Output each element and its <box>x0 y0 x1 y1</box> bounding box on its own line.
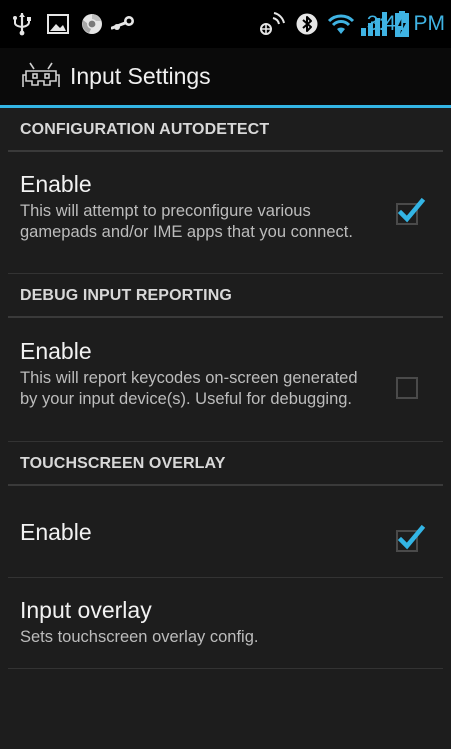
category-debug-input-reporting: DEBUG INPUT REPORTING <box>0 274 451 318</box>
pref-title: Enable <box>20 171 92 197</box>
checkmark-icon <box>397 524 426 550</box>
screen: 3:41 PM Input Settings CONFIGURATION AUT… <box>0 0 451 749</box>
autodetect-checkbox[interactable] <box>396 197 426 225</box>
pref-summary: Sets touchscreen overlay config. <box>20 628 259 646</box>
wifi-icon <box>326 10 356 38</box>
page-title: Input Settings <box>70 63 211 89</box>
checkmark-icon <box>397 197 426 223</box>
pref-title: Enable <box>20 519 92 545</box>
status-bar: 3:41 PM <box>0 0 451 48</box>
gamepad-invader-icon[interactable] <box>22 61 60 91</box>
pref-title: Input overlay <box>20 597 152 623</box>
touchscreen-overlay-checkbox[interactable] <box>396 524 426 552</box>
usb-icon <box>12 10 32 38</box>
category-configuration-autodetect: CONFIGURATION AUTODETECT <box>0 108 451 152</box>
chrome-icon <box>80 10 104 38</box>
autodetect-enable-pref[interactable]: Enable This will attempt to preconfigure… <box>0 152 451 274</box>
action-bar: Input Settings <box>0 48 451 105</box>
pref-summary: This will report keycodes on-screen gene… <box>20 369 358 408</box>
settings-list: CONFIGURATION AUTODETECT Enable This wil… <box>0 108 451 669</box>
category-touchscreen-overlay: TOUCHSCREEN OVERLAY <box>0 442 451 486</box>
list-empty-area <box>0 676 451 749</box>
pref-divider <box>8 668 443 669</box>
debug-input-checkbox[interactable] <box>396 377 418 399</box>
category-label: DEBUG INPUT REPORTING <box>20 287 232 304</box>
picture-icon <box>46 10 70 38</box>
category-label: TOUCHSCREEN OVERLAY <box>20 455 226 472</box>
touchscreen-overlay-enable-pref[interactable]: Enable <box>0 486 451 578</box>
bluetooth-icon <box>296 10 318 38</box>
pref-summary: This will attempt to preconfigure variou… <box>20 202 353 241</box>
pref-title: Enable <box>20 338 92 364</box>
steam-icon <box>110 10 136 38</box>
status-time: 3:41 PM <box>366 12 445 35</box>
debug-input-enable-pref[interactable]: Enable This will report keycodes on-scre… <box>0 318 451 442</box>
category-label: CONFIGURATION AUTODETECT <box>20 121 270 138</box>
input-overlay-pref[interactable]: Input overlay Sets touchscreen overlay c… <box>0 578 451 669</box>
nfc-icon <box>258 10 286 38</box>
